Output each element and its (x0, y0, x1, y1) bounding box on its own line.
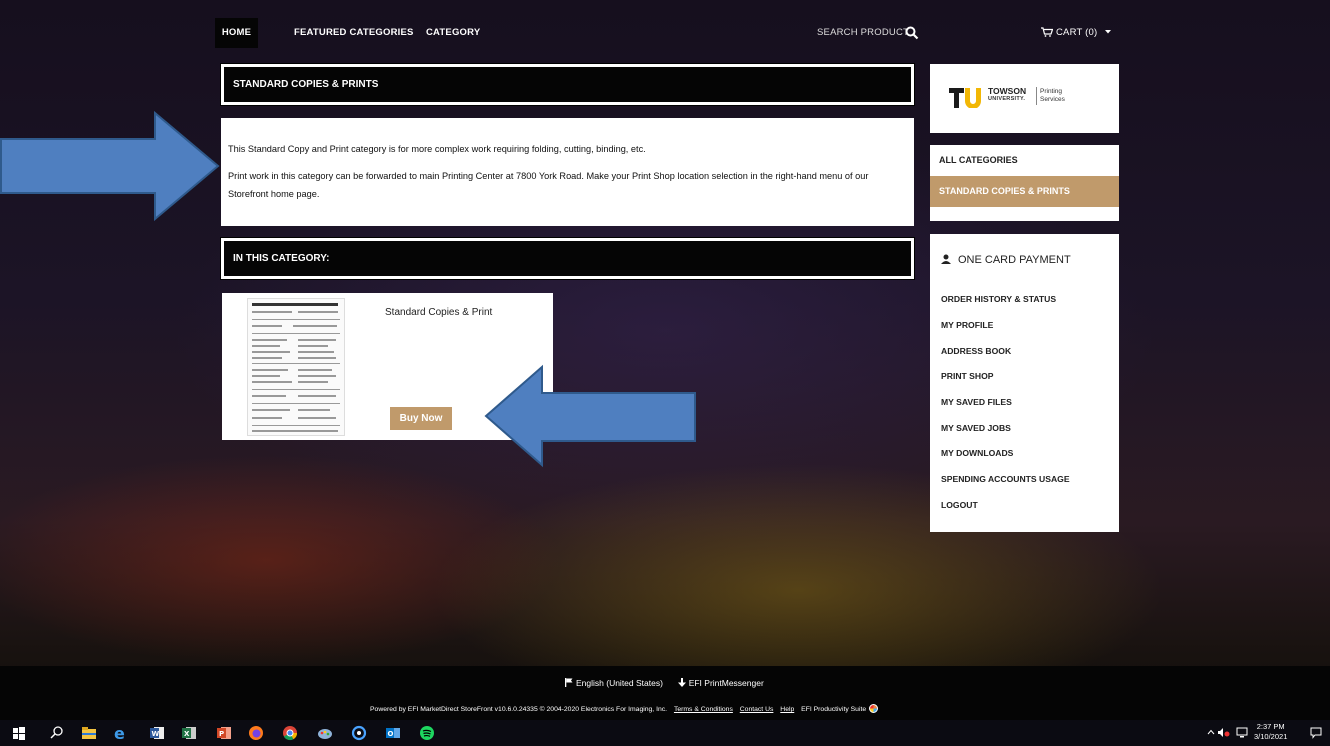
user-icon (941, 254, 951, 264)
word-icon[interactable]: W (148, 724, 166, 742)
svg-text:P: P (219, 730, 224, 738)
my-profile-link[interactable]: MY PROFILE (941, 320, 993, 330)
flag-icon (565, 678, 573, 687)
nav-home[interactable]: HOME (215, 18, 258, 48)
print-messenger-link[interactable]: EFI PrintMessenger (689, 678, 764, 688)
photos-icon[interactable] (350, 724, 368, 742)
volume-muted-icon[interactable] (1218, 727, 1230, 738)
powerpoint-icon[interactable]: P (215, 724, 233, 742)
category-standard-copies[interactable]: STANDARD COPIES & PRINTS (930, 176, 1119, 207)
print-shop-link[interactable]: PRINT SHOP (941, 371, 994, 381)
notification-icon[interactable] (1310, 727, 1322, 739)
logo-towson-text: TOWSON (988, 86, 1027, 96)
cart-icon (1041, 27, 1054, 38)
in-category-title: IN THIS CATEGORY: (220, 237, 915, 280)
address-book-link[interactable]: ADDRESS BOOK (941, 346, 1011, 356)
one-card-payment-link[interactable]: ONE CARD PAYMENT (941, 254, 1071, 266)
file-explorer-icon[interactable] (80, 724, 98, 742)
category-description: This Standard Copy and Print category is… (221, 118, 914, 226)
university-logo-panel: TOWSON UNIVERSITY. Printing Services (930, 64, 1119, 133)
clock-time: 2:37 PM (1256, 722, 1285, 731)
description-paragraph: This Standard Copy and Print category is… (228, 144, 646, 154)
product-name[interactable]: Standard Copies & Print (385, 307, 492, 318)
logo-printing-services-text: Printing Services (1040, 88, 1065, 103)
contact-link[interactable]: Contact Us (740, 706, 774, 713)
category-all[interactable]: ALL CATEGORIES (930, 145, 1119, 176)
order-history-link[interactable]: ORDER HISTORY & STATUS (941, 294, 1056, 304)
clock[interactable]: 2:37 PM 3/10/2021 (1254, 722, 1287, 742)
towson-tu-logo-icon (949, 88, 981, 108)
buy-now-button[interactable]: Buy Now (390, 407, 452, 430)
help-link[interactable]: Help (780, 706, 794, 713)
language-selector[interactable]: English (United States) (576, 678, 663, 688)
outlook-icon[interactable]: O (384, 724, 402, 742)
search-icon[interactable] (905, 26, 919, 40)
terms-link[interactable]: Terms & Conditions (674, 706, 733, 713)
excel-icon[interactable]: X (180, 724, 198, 742)
svg-text:O: O (388, 730, 394, 738)
my-saved-jobs-link[interactable]: MY SAVED JOBS (941, 423, 1011, 433)
logo-university-text: UNIVERSITY. (988, 96, 1026, 102)
my-downloads-link[interactable]: MY DOWNLOADS (941, 448, 1013, 458)
network-icon[interactable] (1236, 727, 1248, 738)
paint-icon[interactable] (316, 724, 334, 742)
buy-pointer-arrow-icon (484, 364, 696, 468)
section-title: STANDARD COPIES & PRINTS (220, 63, 915, 106)
footer-language-bar: English (United States) EFI PrintMesseng… (565, 678, 764, 688)
logout-link[interactable]: LOGOUT (941, 500, 978, 510)
logo-divider (1036, 87, 1037, 105)
spending-accounts-link[interactable]: SPENDING ACCOUNTS USAGE (941, 474, 1070, 484)
nav-featured-categories[interactable]: FEATURED CATEGORIES (294, 18, 414, 48)
cart-button[interactable]: CART (0) (1041, 18, 1115, 48)
svg-text:e: e (114, 724, 125, 742)
page-footer: English (United States) EFI PrintMesseng… (0, 666, 1330, 720)
top-navigation: HOME FEATURED CATEGORIES CATEGORY SEARCH… (215, 18, 1125, 48)
spotify-icon[interactable] (418, 724, 436, 742)
footer-powered-by: Powered by EFI MarketDirect StoreFront v… (370, 704, 879, 713)
download-icon (677, 678, 686, 687)
search-product-field[interactable]: SEARCH PRODUCT (817, 18, 909, 48)
svg-text:W: W (152, 730, 160, 738)
nav-category[interactable]: CATEGORY (426, 18, 480, 48)
cart-label: CART (0) (1056, 27, 1098, 38)
description-paragraph: Print work in this category can be forwa… (228, 171, 869, 199)
chevron-up-icon[interactable] (1207, 729, 1215, 735)
svg-text:X: X (184, 730, 190, 738)
firefox-icon[interactable] (247, 724, 265, 742)
my-saved-files-link[interactable]: MY SAVED FILES (941, 397, 1012, 407)
windows-start-icon[interactable] (10, 724, 28, 742)
powered-by-text: Powered by EFI MarketDirect StoreFront v… (370, 706, 668, 713)
account-menu: ONE CARD PAYMENT ORDER HISTORY & STATUS … (930, 234, 1119, 532)
clock-date: 3/10/2021 (1254, 732, 1288, 741)
category-menu: ALL CATEGORIES STANDARD COPIES & PRINTS (930, 145, 1119, 221)
left-pointing-annotation-arrow-icon (0, 110, 220, 222)
efi-suite-icon (869, 704, 879, 713)
windows-taskbar: e W X P O 2:37 PM 3/10/2021 (0, 720, 1330, 746)
chrome-icon[interactable] (281, 724, 299, 742)
chevron-down-icon (1105, 30, 1112, 34)
product-thumbnail[interactable] (247, 298, 345, 436)
search-icon[interactable] (48, 724, 66, 742)
edge-icon[interactable]: e (112, 724, 130, 742)
productivity-suite-text: EFI Productivity Suite (801, 706, 867, 713)
